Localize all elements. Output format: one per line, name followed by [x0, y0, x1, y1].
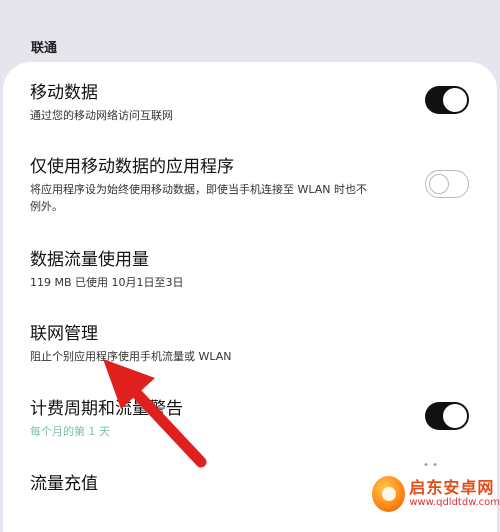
toggle-knob: [443, 404, 467, 428]
setting-title: 数据流量使用量: [30, 250, 149, 270]
setting-title: 联网管理: [30, 324, 98, 344]
watermark-name: 启东安卓网: [409, 477, 495, 497]
setting-subtitle: 阻止个别应用程序使用手机流量或 WLAN: [30, 350, 232, 363]
setting-title: 计费周期和流量警告: [30, 399, 183, 419]
watermark-url: www.qdldtdw.com: [409, 496, 500, 508]
setting-title: 仅使用移动数据的应用程序: [30, 157, 234, 177]
setting-data-usage[interactable]: 数据流量使用量 119 MB 已使用 10月1日至3日: [30, 249, 470, 291]
setting-network-management[interactable]: 联网管理 阻止个别应用程序使用手机流量或 WLAN: [30, 323, 470, 365]
setting-subtitle: 119 MB 已使用 10月1日至3日: [30, 276, 184, 289]
toggle-knob: [443, 88, 467, 112]
setting-mobile-data[interactable]: 移动数据 通过您的移动网络访问互联网: [30, 82, 470, 124]
site-watermark: 启东安卓网 www.qdldtdw.com: [372, 470, 500, 517]
mobile-data-toggle[interactable]: [425, 86, 469, 114]
billing-cycle-toggle[interactable]: [425, 402, 469, 430]
setting-billing-cycle[interactable]: 计费周期和流量警告 每个月的第 1 天: [30, 398, 470, 440]
setting-subtitle-line-2: 例外。: [30, 200, 63, 213]
setting-title: 移动数据: [30, 83, 98, 103]
mobile-data-only-apps-toggle[interactable]: [425, 170, 469, 198]
setting-subtitle: 将应用程序设为始终使用移动数据，即使当手机连接至 WLAN 时也不 例外。: [30, 181, 470, 215]
setting-mobile-data-only-apps[interactable]: 仅使用移动数据的应用程序 将应用程序设为始终使用移动数据，即使当手机连接至 WL…: [30, 156, 470, 215]
watermark-logo-icon: [372, 475, 406, 512]
setting-subtitle-line-1: 将应用程序设为始终使用移动数据，即使当手机连接至 WLAN 时也不: [30, 183, 368, 196]
setting-subtitle: 通过您的移动网络访问互联网: [30, 109, 173, 122]
setting-subtitle: 每个月的第 1 天: [30, 425, 110, 438]
toggle-knob: [429, 173, 449, 194]
section-header: 联通: [31, 41, 58, 56]
